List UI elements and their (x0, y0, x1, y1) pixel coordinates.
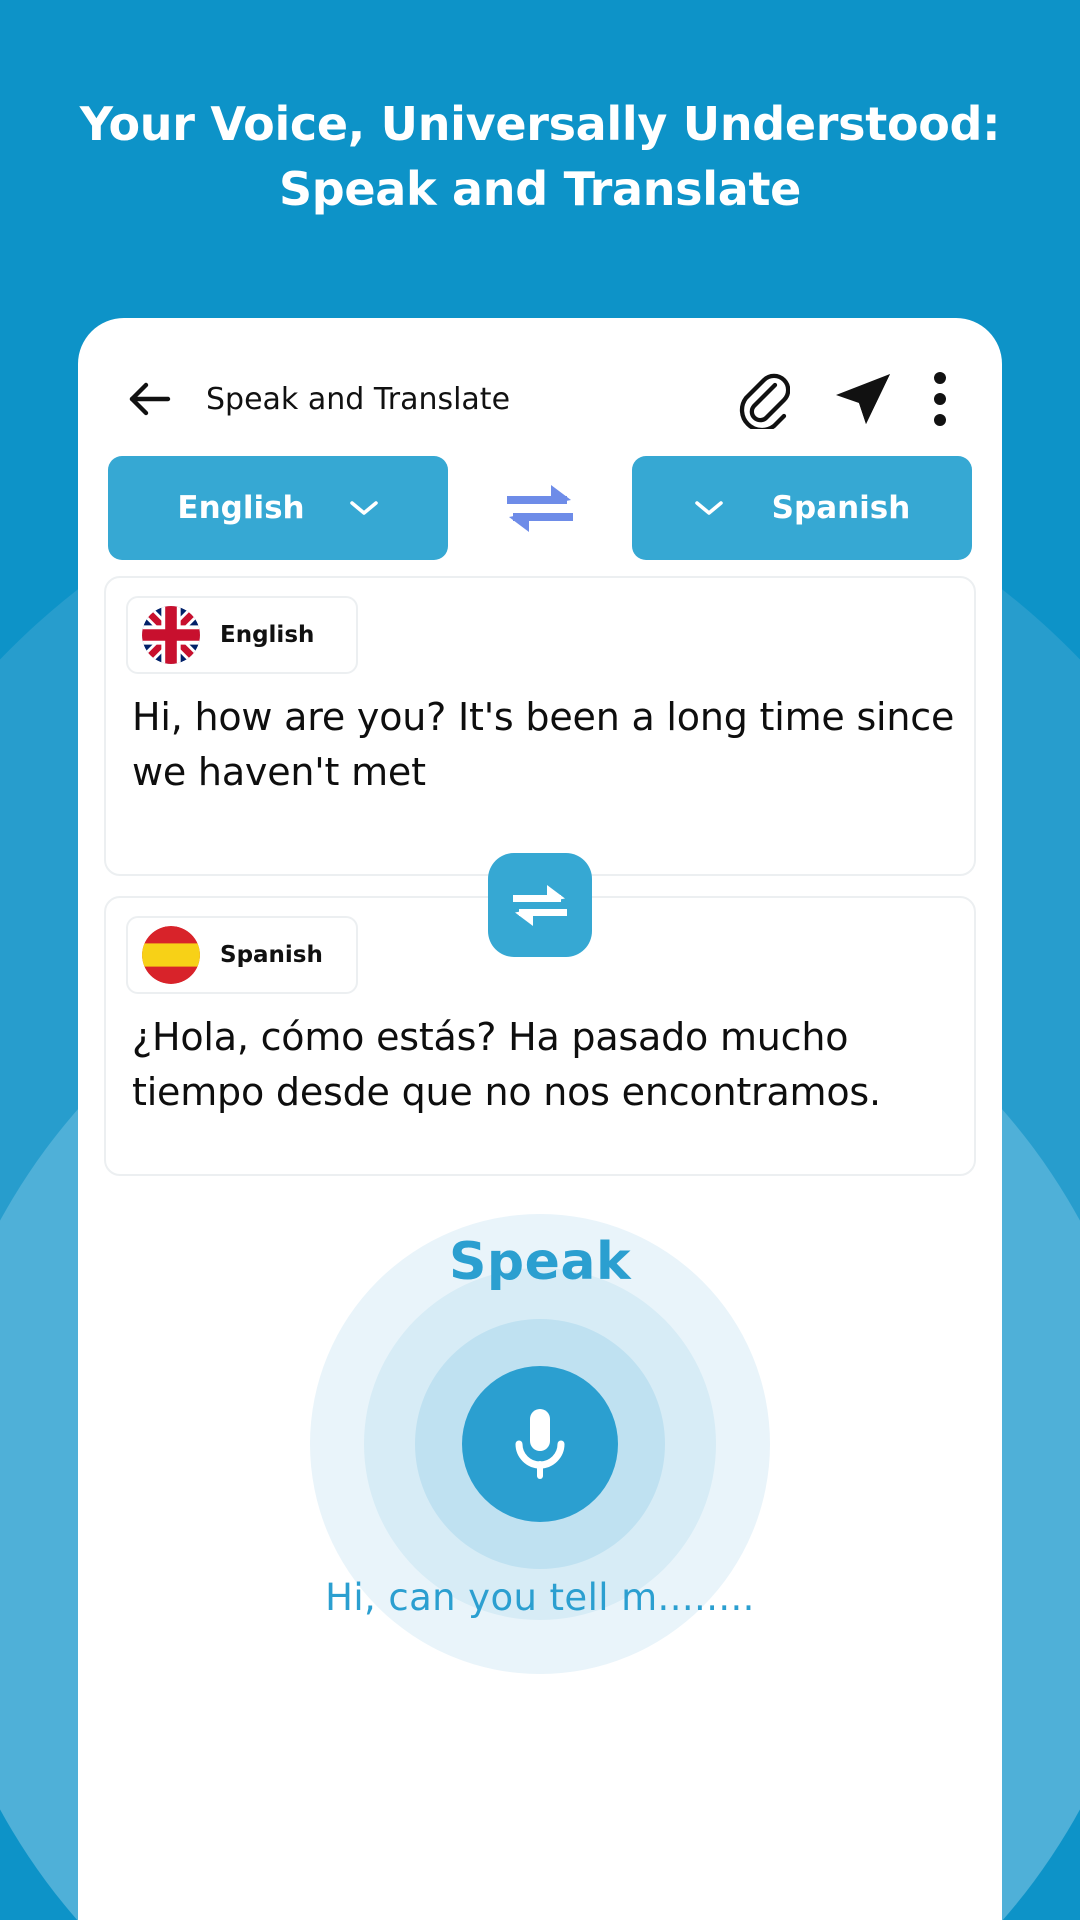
swap-horizontal-icon (513, 885, 567, 926)
source-language-chip: English (126, 596, 358, 674)
send-button[interactable] (832, 370, 934, 428)
language-selector-row: English Spanish (78, 454, 1002, 562)
swap-texts-button[interactable] (488, 853, 592, 957)
microphone-button[interactable] (462, 1366, 618, 1522)
flag-uk-icon (142, 606, 200, 664)
source-chip-label: English (220, 622, 315, 648)
phone-mockup: Speak and Translate English Spanish Engl… (78, 318, 1002, 1920)
microphone-icon (515, 1409, 565, 1479)
swap-languages-button[interactable] (448, 477, 632, 539)
promo-headline: Your Voice, Universally Understood: Spea… (0, 92, 1080, 223)
app-header: Speak and Translate (78, 356, 1002, 442)
source-language-label: English (177, 490, 305, 526)
chevron-down-icon (694, 501, 723, 515)
target-language-selector[interactable]: Spanish (632, 456, 972, 560)
source-text: Hi, how are you? It's been a long time s… (132, 695, 955, 795)
promo-headline-line2: Speak and Translate (278, 162, 802, 217)
target-chip-label: Spanish (220, 942, 323, 968)
swap-horizontal-icon (507, 485, 573, 532)
app-screen: Speak and Translate English Spanish Engl… (78, 318, 1002, 1920)
app-title: Speak and Translate (206, 381, 511, 417)
more-vertical-icon[interactable] (934, 372, 946, 426)
back-button[interactable] (126, 379, 174, 419)
speak-section: Speak Hi, can you tell m........ (78, 1176, 1002, 1920)
target-language-chip: Spanish (126, 916, 358, 994)
chevron-down-icon (349, 501, 378, 515)
source-language-selector[interactable]: English (108, 456, 448, 560)
flag-spain-icon (142, 926, 200, 984)
attach-button[interactable] (734, 369, 832, 429)
target-language-label: Spanish (771, 490, 911, 526)
target-text: ¿Hola, cómo estás? Ha pasado mucho tiemp… (132, 1015, 881, 1115)
promo-headline-line1: Your Voice, Universally Understood: (79, 97, 1001, 151)
speak-label: Speak (448, 1232, 632, 1292)
listening-transcript: Hi, can you tell m........ (325, 1576, 755, 1619)
source-text-card[interactable]: English Hi, how are you? It's been a lon… (104, 576, 976, 876)
promo-screenshot: Your Voice, Universally Understood: Spea… (0, 0, 1080, 1920)
